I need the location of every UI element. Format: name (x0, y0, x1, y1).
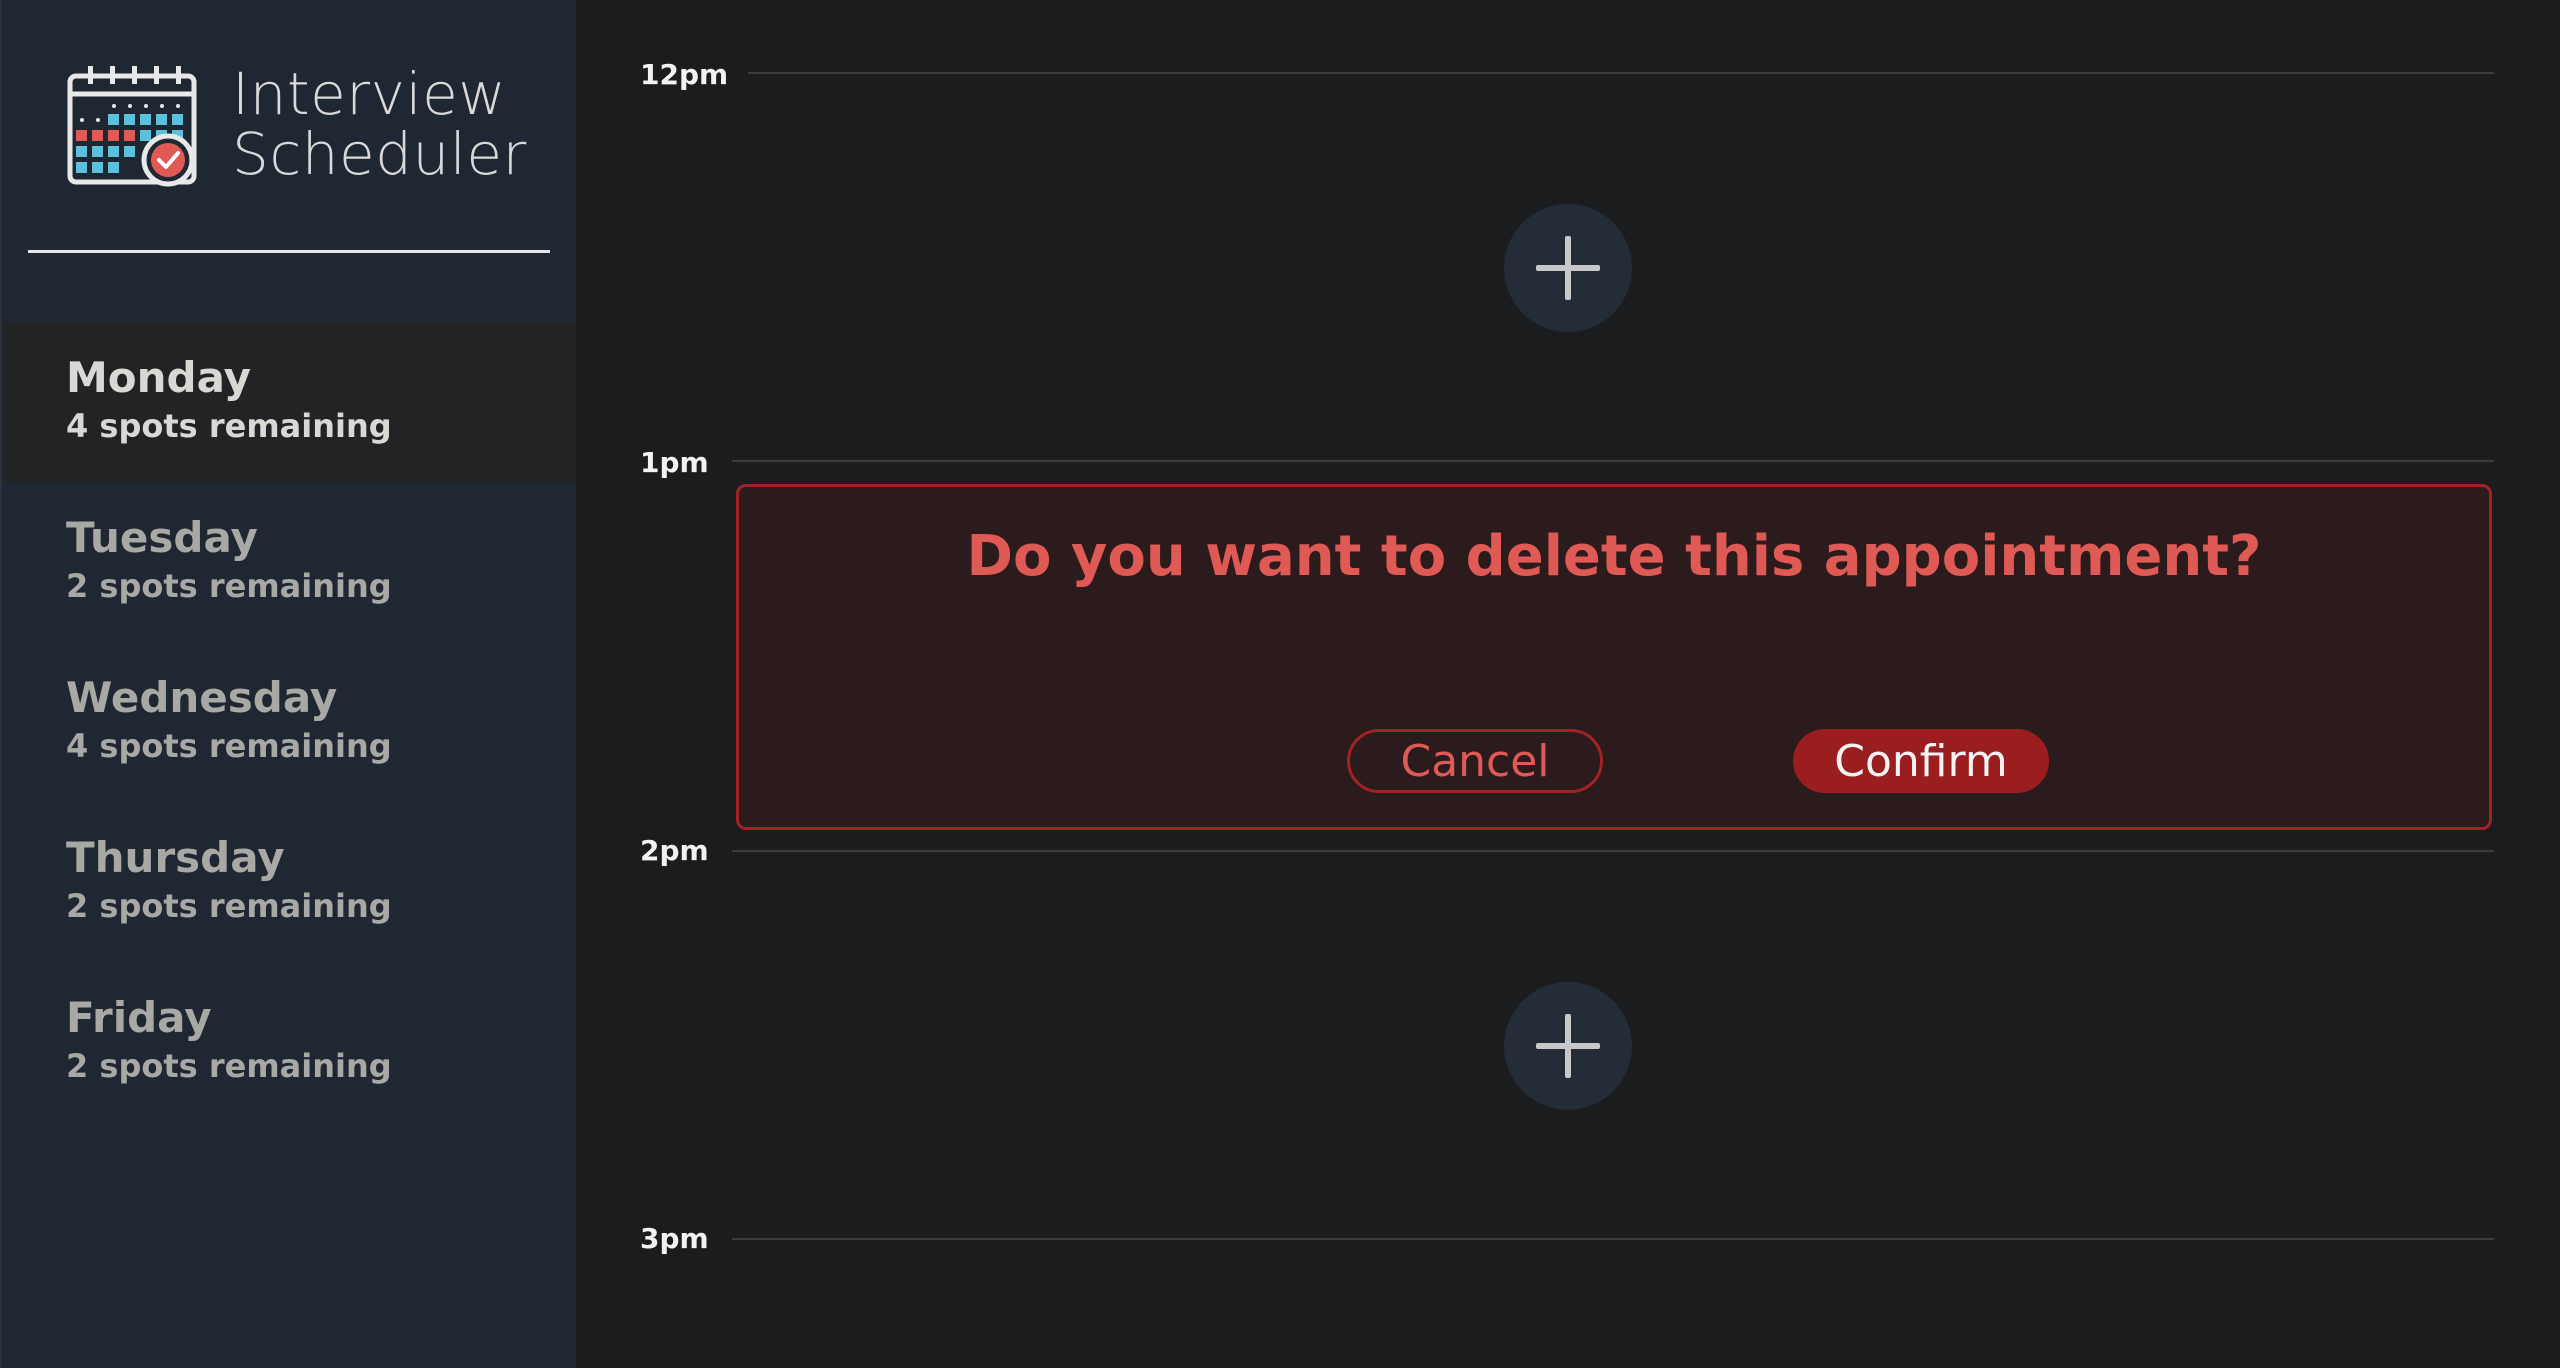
day-spots: 2 spots remaining (66, 1047, 392, 1085)
add-appointment-button[interactable] (1504, 204, 1632, 332)
day-spots: 2 spots remaining (66, 887, 392, 925)
confirm-message: Do you want to delete this appointment? (966, 524, 2262, 589)
hour-divider (732, 460, 2494, 462)
day-item-thursday[interactable]: Thursday 2 spots remaining (2, 802, 576, 962)
plus-icon (1536, 265, 1600, 271)
hour-divider (748, 72, 2494, 74)
day-item-friday[interactable]: Friday 2 spots remaining (2, 962, 576, 1122)
hour-divider (732, 850, 2494, 852)
day-spots: 2 spots remaining (66, 567, 392, 605)
schedule: 12pm 1pm Do you want to delete this appo… (576, 0, 2560, 1368)
hour-divider (732, 1238, 2494, 1240)
confirm-button[interactable]: Confirm (1793, 729, 2049, 793)
hour-label-2pm: 2pm (640, 834, 709, 867)
app-title-line1: Interview (232, 60, 507, 128)
day-name: Friday (66, 993, 212, 1042)
plus-icon (1536, 1043, 1600, 1049)
day-item-monday[interactable]: Monday 4 spots remaining (2, 322, 576, 482)
calendar-check-icon (67, 66, 197, 187)
day-name: Wednesday (66, 673, 338, 722)
day-list: Monday 4 spots remaining Tuesday 2 spots… (2, 322, 576, 1122)
sidebar: Interview Scheduler Monday 4 spots remai… (0, 0, 576, 1368)
hour-label-1pm: 1pm (640, 446, 709, 479)
day-name: Monday (66, 353, 252, 402)
day-item-tuesday[interactable]: Tuesday 2 spots remaining (2, 482, 576, 642)
day-item-wednesday[interactable]: Wednesday 4 spots remaining (2, 642, 576, 802)
cancel-button[interactable]: Cancel (1347, 729, 1603, 793)
sidebar-divider (28, 250, 550, 253)
add-appointment-button[interactable] (1504, 982, 1632, 1110)
day-spots: 4 spots remaining (66, 407, 392, 445)
app-title: Interview Scheduler (232, 64, 527, 184)
delete-confirmation: Do you want to delete this appointment? … (736, 484, 2492, 830)
app-title-line2: Scheduler (232, 120, 527, 188)
confirm-actions: Cancel Confirm (739, 729, 2489, 793)
day-name: Thursday (66, 833, 285, 882)
app-root: Interview Scheduler Monday 4 spots remai… (0, 0, 2560, 1368)
hour-label-3pm: 3pm (640, 1222, 709, 1255)
day-spots: 4 spots remaining (66, 727, 392, 765)
day-name: Tuesday (66, 513, 258, 562)
app-logo: Interview Scheduler (66, 60, 566, 190)
hour-label-12pm: 12pm (640, 58, 729, 91)
